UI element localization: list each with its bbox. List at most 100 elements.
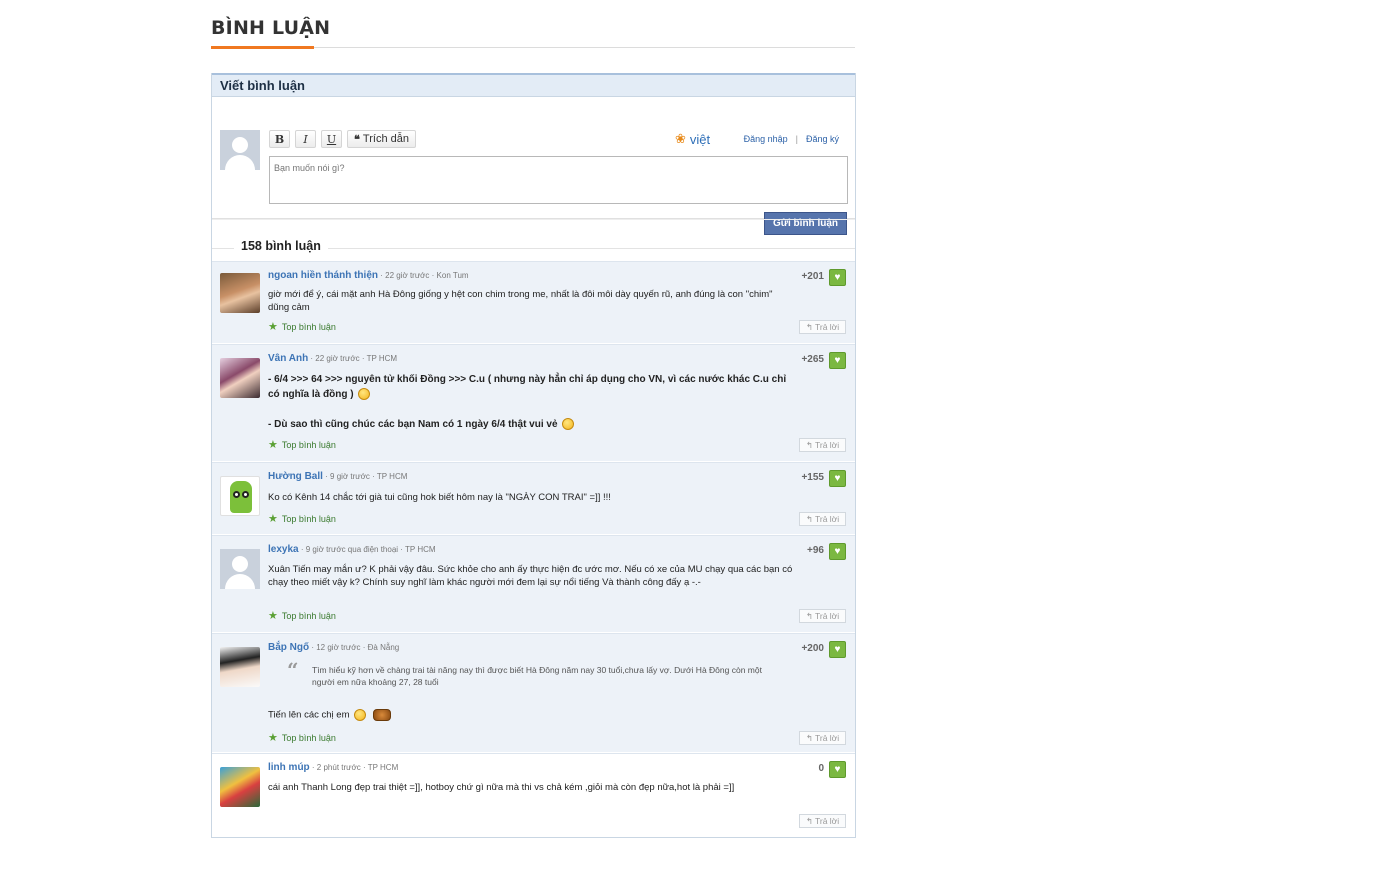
comment-item: ngoan hiền thánh thiện · 22 giờ trước · …: [212, 261, 855, 344]
comment-author[interactable]: Bắp Ngố: [268, 642, 309, 653]
comment-meta: · 22 giờ trước · Kon Tum: [380, 271, 469, 280]
quote-button-label: Trích dẫn: [362, 133, 409, 145]
comment-item: Hường Ball · 9 giờ trước · TP HCM +155 ♥…: [212, 462, 855, 535]
reply-button[interactable]: ↰ Trả lời: [799, 609, 846, 623]
avatar: [220, 647, 260, 687]
comment-meta: · 9 giờ trước qua điện thoại · TP HCM: [300, 545, 436, 554]
comment-text: Xuân Tiến may mắn ư? K phải vậy đâu. Sức…: [268, 564, 793, 588]
heart-icon: ♥: [834, 764, 841, 775]
comment-text: cái anh Thanh Long đẹp trai thiệt =]], h…: [268, 782, 735, 793]
avatar: [220, 273, 260, 313]
lotus-icon: ❀: [675, 131, 686, 146]
cheers-emoji-icon: [372, 709, 391, 721]
underline-button[interactable]: U: [321, 130, 342, 148]
title-underline: [211, 46, 314, 49]
heart-icon: ♥: [834, 644, 841, 655]
user-avatar-placeholder: [220, 130, 260, 170]
italic-button[interactable]: I: [295, 130, 316, 148]
smile-emoji-icon: [562, 418, 575, 431]
reply-label: Trả lời: [814, 322, 840, 332]
like-button[interactable]: ♥: [829, 470, 846, 487]
reply-icon: ↰: [805, 321, 813, 332]
reply-button[interactable]: ↰ Trả lời: [799, 512, 846, 526]
reply-label: Trả lời: [814, 440, 840, 450]
like-button[interactable]: ♥: [829, 543, 846, 560]
reply-button[interactable]: ↰ Trả lời: [799, 438, 846, 452]
like-button[interactable]: ♥: [829, 352, 846, 369]
comment-text: Ko có Kênh 14 chắc tới già tui cũng hok …: [268, 492, 611, 503]
section-header: BÌNH LUẬN: [211, 14, 855, 49]
top-comment-badge: ★ Top bình luận: [268, 731, 336, 744]
section-title: BÌNH LUẬN: [211, 17, 331, 39]
comment-text: - Dù sao thì cũng chúc các bạn Nam có 1 …: [268, 419, 558, 430]
comment-score: +96: [807, 545, 824, 556]
top-comment-label: Top bình luận: [281, 439, 336, 450]
avatar: [220, 549, 260, 589]
avatar: [220, 767, 260, 807]
top-comment-badge: ★ Top bình luận: [268, 609, 336, 622]
comment-score: +265: [801, 354, 824, 365]
avatar: [220, 358, 260, 398]
comment-item: linh múp · 2 phút trước · TP HCM 0 ♥ cái…: [212, 753, 855, 837]
comment-box: Viết bình luận B I U ❝ Trích dẫn ❀ việt …: [211, 73, 856, 838]
comment-score: +201: [801, 271, 824, 282]
heart-icon: ♥: [834, 355, 841, 366]
reply-button[interactable]: ↰ Trả lời: [799, 731, 846, 745]
star-icon: ★: [268, 439, 278, 451]
like-button[interactable]: ♥: [829, 269, 846, 286]
reply-icon: ↰: [805, 439, 813, 450]
quote-button[interactable]: ❝ Trích dẫn: [347, 130, 416, 148]
comment-author[interactable]: linh múp: [268, 762, 310, 773]
reply-icon: ↰: [805, 610, 813, 621]
reply-button[interactable]: ↰ Trả lời: [799, 814, 846, 828]
star-icon: ★: [268, 321, 278, 333]
comment-count-row: 158 bình luận: [212, 219, 855, 261]
comment-item: Bắp Ngố · 12 giờ trước · Đà Nẵng +200 ♥ …: [212, 633, 855, 753]
top-comment-badge: ★ Top bình luận: [268, 438, 336, 451]
heart-icon: ♥: [834, 473, 841, 484]
auth-links: Đăng nhập | Đăng ký: [744, 134, 839, 144]
top-comment-label: Top bình luận: [281, 732, 336, 743]
comment-author[interactable]: ngoan hiền thánh thiện: [268, 270, 378, 281]
heart-icon: ♥: [834, 546, 841, 557]
comment-meta: · 2 phút trước · TP HCM: [311, 763, 399, 772]
compose-header: Viết bình luận: [212, 73, 855, 97]
reply-label: Trả lời: [814, 611, 840, 621]
comment-text: giờ mới để ý, cái mặt anh Hà Đông giống …: [268, 289, 773, 313]
like-button[interactable]: ♥: [829, 761, 846, 778]
login-link[interactable]: Đăng nhập: [744, 134, 788, 144]
laughing-emoji-icon: [358, 388, 371, 401]
format-toolbar: B I U ❝ Trích dẫn: [269, 130, 416, 148]
vietid-logo[interactable]: ❀ việt: [675, 131, 710, 147]
comment-score: +155: [801, 472, 824, 483]
reply-icon: ↰: [805, 732, 813, 743]
star-icon: ★: [268, 610, 278, 622]
comment-input[interactable]: [269, 156, 848, 204]
reply-icon: ↰: [805, 815, 813, 826]
quote-icon: ❝: [354, 132, 360, 146]
quote-icon: “: [287, 658, 299, 682]
comment-author[interactable]: Hường Ball: [268, 471, 323, 482]
compose-area: B I U ❝ Trích dẫn ❀ việt Đăng nhập | Đăn…: [212, 97, 855, 235]
comment-meta: · 22 giờ trước · TP HCM: [310, 354, 398, 363]
quoted-text: Tìm hiểu kỹ hơn về chàng trai tài năng n…: [312, 665, 762, 687]
top-comment-badge: ★ Top bình luận: [268, 320, 336, 333]
vietid-label: việt: [689, 131, 711, 147]
top-comment-badge: ★ Top bình luận: [268, 512, 336, 525]
star-icon: ★: [268, 732, 278, 744]
comment-text: Tiến lên các chị em: [268, 709, 350, 721]
reply-label: Trả lời: [814, 733, 840, 743]
comment-item: Vân Anh · 22 giờ trước · TP HCM +265 ♥ -…: [212, 344, 855, 462]
comment-meta: · 9 giờ trước · TP HCM: [325, 472, 408, 481]
reply-label: Trả lời: [814, 514, 840, 524]
reply-label: Trả lời: [814, 816, 840, 826]
reply-icon: ↰: [805, 513, 813, 524]
reply-button[interactable]: ↰ Trả lời: [799, 320, 846, 334]
bold-button[interactable]: B: [269, 130, 290, 148]
like-button[interactable]: ♥: [829, 641, 846, 658]
register-link[interactable]: Đăng ký: [806, 134, 839, 144]
comment-meta: · 12 giờ trước · Đà Nẵng: [311, 643, 400, 652]
comment-author[interactable]: lexyka: [268, 544, 299, 555]
top-comment-label: Top bình luận: [281, 610, 336, 621]
comment-author[interactable]: Vân Anh: [268, 353, 308, 364]
